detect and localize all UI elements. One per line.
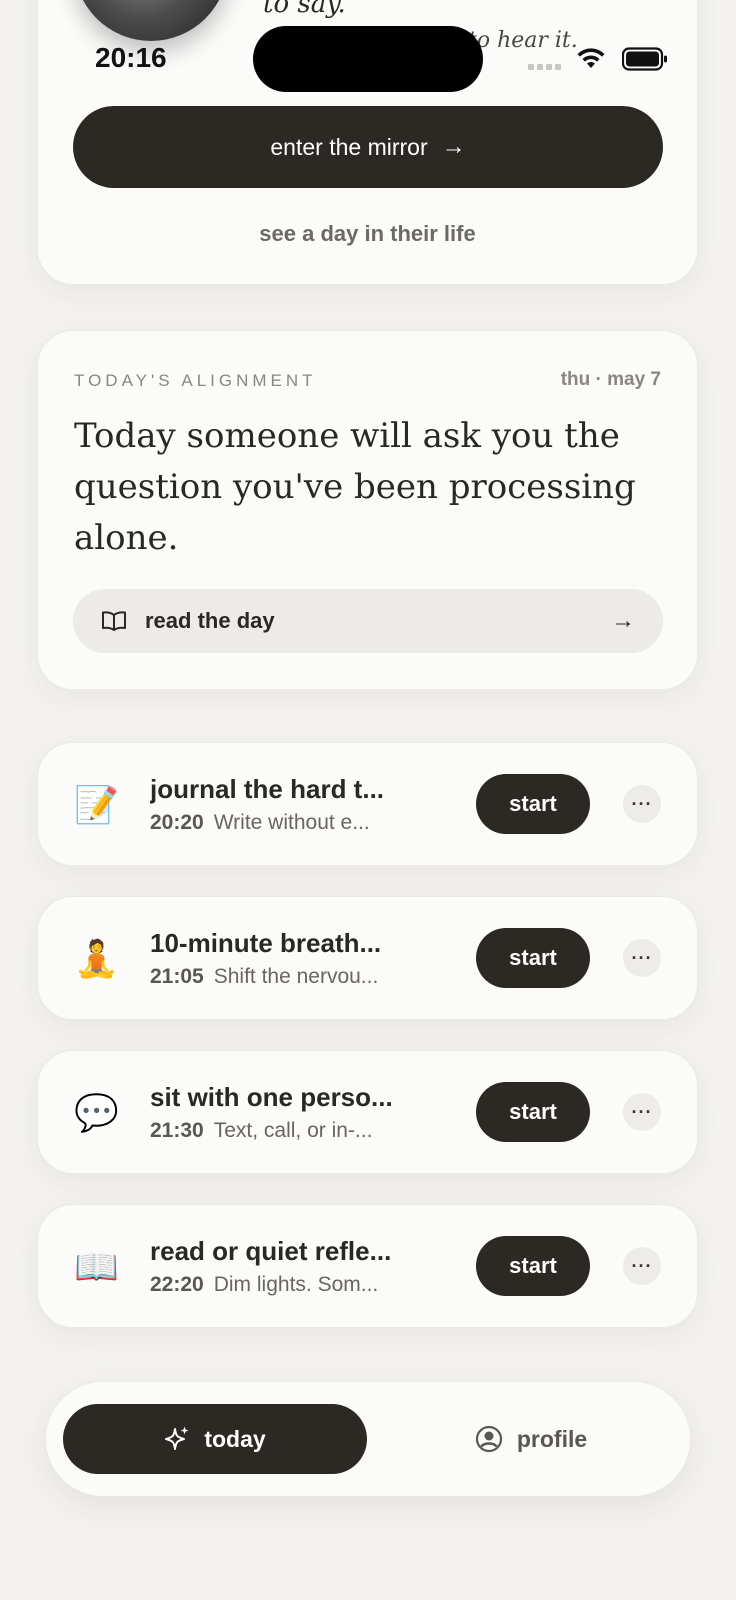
profile-icon [475, 1425, 503, 1453]
task-title: read or quiet refle... [150, 1236, 392, 1266]
open-book-icon: 📖 [74, 1246, 119, 1287]
see-day-link[interactable]: see a day in their life [38, 221, 697, 247]
start-button[interactable]: start [476, 1082, 590, 1142]
bottom-nav: today profile [45, 1381, 691, 1497]
task-title: journal the hard t... [150, 774, 385, 804]
quote-fragment: to hear it. [468, 28, 578, 53]
task-time: 21:30 [150, 1119, 204, 1142]
more-options-icon[interactable]: ··· [623, 1093, 661, 1131]
sparkle-icon [164, 1425, 190, 1453]
alignment-eyebrow: TODAY'S ALIGNMENT [74, 371, 317, 390]
task-time: 22:20 [150, 1273, 204, 1296]
alignment-date: thu · may 7 [560, 369, 661, 390]
mirror-orb-image [74, 0, 228, 41]
todays-alignment-card: TODAY'S ALIGNMENT thu · may 7 Today some… [37, 330, 698, 690]
status-time: 20:16 [95, 42, 167, 73]
enter-mirror-label: enter the mirror [270, 133, 428, 160]
task-description: Dim lights. Som... [213, 1273, 379, 1296]
alignment-message: Today someone will ask you the question … [74, 416, 636, 558]
task-subtitle: 22:20 Dim lights. Som... [150, 1273, 420, 1297]
cellular-signal-icon [528, 64, 561, 70]
book-icon [101, 610, 127, 632]
speech-bubble-icon: 💬 [74, 1092, 119, 1133]
memo-icon: 📝 [74, 784, 119, 825]
nav-profile-label: profile [516, 1425, 588, 1452]
more-options-icon[interactable]: ··· [623, 939, 661, 977]
task-time: 21:05 [150, 965, 204, 988]
nav-tab-today[interactable]: today [63, 1404, 367, 1474]
arrow-right-icon: → [611, 607, 635, 634]
arrow-right-icon: → [441, 133, 466, 160]
quote-fragment: to say. [263, 0, 346, 19]
task-time: 20:20 [150, 811, 204, 834]
read-the-day-label: read the day [145, 608, 275, 633]
task-description: Text, call, or in-... [213, 1119, 373, 1142]
task-subtitle: 21:05 Shift the nervou... [150, 965, 420, 989]
read-the-day-button[interactable]: read the day → [73, 589, 663, 653]
more-options-icon[interactable]: ··· [623, 785, 661, 823]
start-button[interactable]: start [476, 774, 590, 834]
task-description: Write without e... [213, 811, 370, 834]
task-card[interactable]: 🧘 10-minute breath... 21:05 Shift the ner… [37, 896, 698, 1020]
task-subtitle: 20:20 Write without e... [150, 811, 420, 835]
dynamic-island [253, 26, 483, 92]
nav-tab-profile[interactable]: profile [446, 1404, 616, 1474]
meditation-icon: 🧘 [74, 938, 119, 979]
task-card[interactable]: 💬 sit with one perso... 21:30 Text, call,… [37, 1050, 698, 1174]
task-card[interactable]: 📖 read or quiet refle... 22:20 Dim lights… [37, 1204, 698, 1328]
task-description: Shift the nervou... [213, 965, 379, 988]
more-options-icon[interactable]: ··· [623, 1247, 661, 1285]
task-card[interactable]: 📝 journal the hard t... 20:20 Write witho… [37, 742, 698, 866]
wifi-icon [576, 46, 606, 75]
task-title: sit with one perso... [150, 1082, 393, 1112]
nav-today-label: today [204, 1425, 266, 1452]
battery-icon [621, 47, 668, 76]
task-subtitle: 21:30 Text, call, or in-... [150, 1119, 420, 1143]
enter-mirror-button[interactable]: enter the mirror → [73, 106, 663, 188]
task-title: 10-minute breath... [150, 928, 382, 958]
start-button[interactable]: start [476, 928, 590, 988]
start-button[interactable]: start [476, 1236, 590, 1296]
